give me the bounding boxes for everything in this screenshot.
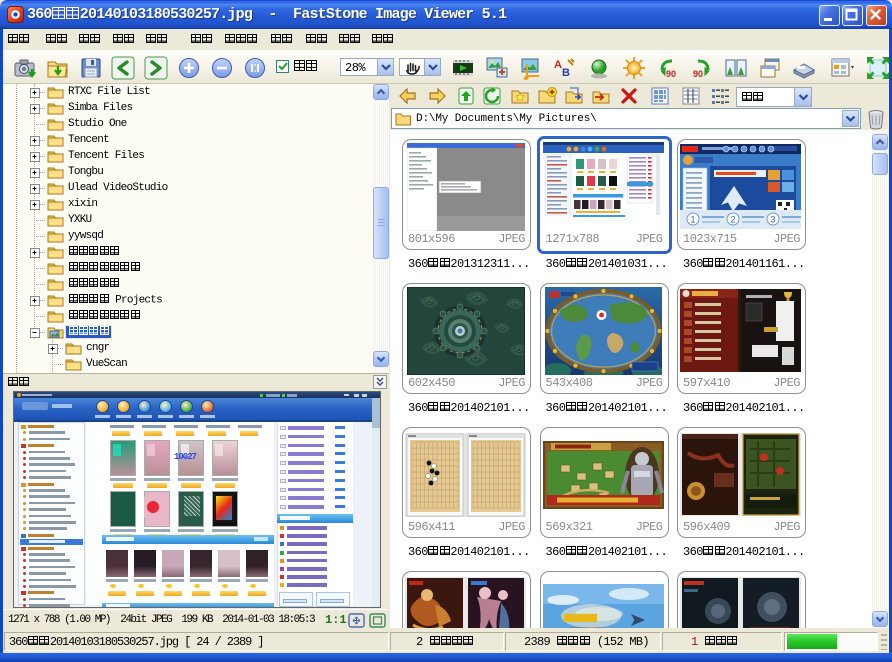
svg-text:1: 1: [691, 215, 696, 225]
svg-text:A: A: [554, 59, 562, 71]
svg-text:90: 90: [693, 69, 703, 79]
svg-text:90: 90: [666, 69, 676, 79]
svg-text:■■■■: ■■■■: [563, 608, 598, 627]
svg-text:B: B: [562, 67, 570, 79]
svg-text:3: 3: [771, 215, 776, 225]
svg-text:2: 2: [731, 215, 736, 225]
svg-text:==========: ==========: [569, 626, 605, 629]
